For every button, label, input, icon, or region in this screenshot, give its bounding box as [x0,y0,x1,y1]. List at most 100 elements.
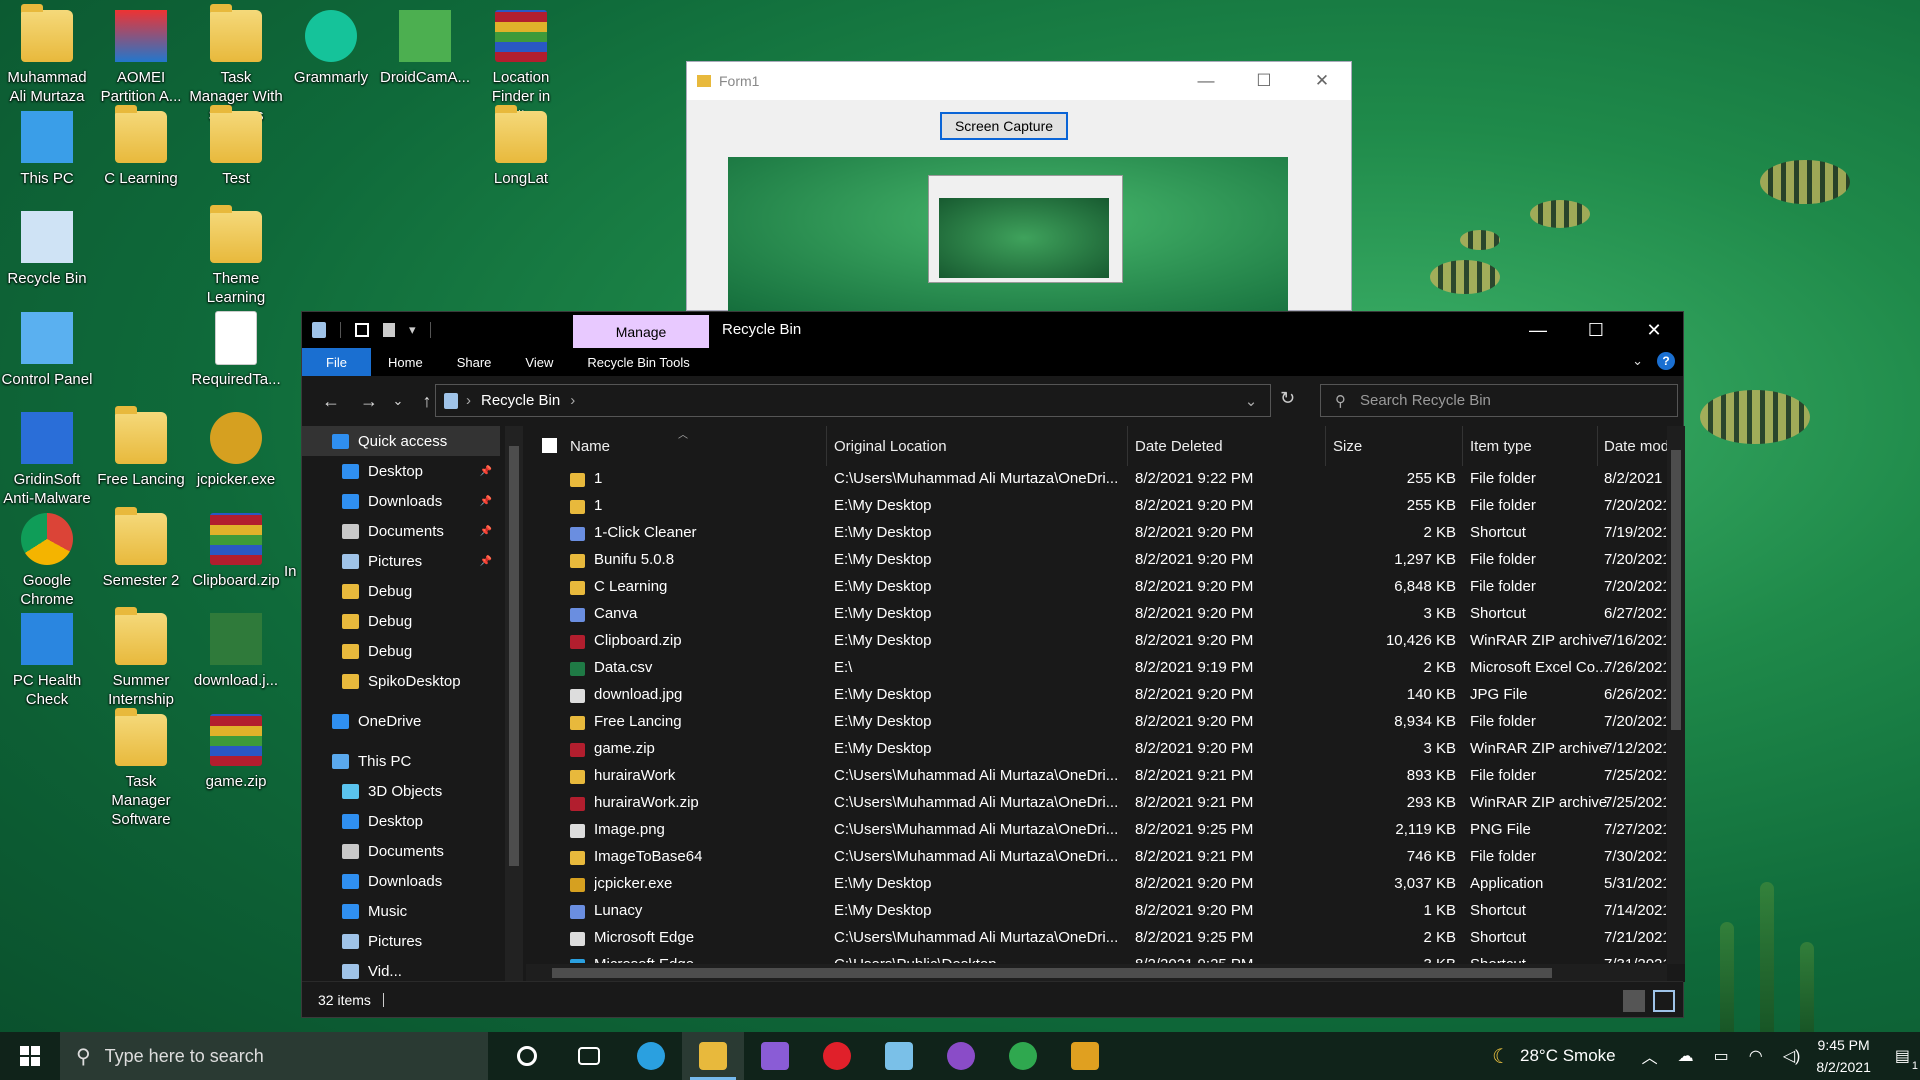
desktop-icon-item[interactable]: Theme Learning [189,205,283,307]
screen-capture-button[interactable]: Screen Capture [940,112,1068,140]
table-row[interactable]: Free Lancing E:\My Desktop 8/2/2021 9:20 P… [526,709,1666,736]
desktop-icon-item[interactable]: Location Finder in C#... [474,10,568,125]
nav-item-pictures[interactable]: Pictures [302,926,500,956]
tab-view[interactable]: View [508,355,570,370]
desktop-icon-item[interactable]: This PC [0,111,94,188]
large-icons-view-icon[interactable] [1653,990,1675,1012]
desktop-icon-item[interactable]: jcpicker.exe [189,412,283,489]
table-row[interactable]: Lunacy E:\My Desktop 8/2/2021 9:20 PM 1 KB S… [526,898,1666,925]
taskbar-app-task-view[interactable] [558,1032,620,1080]
breadcrumb-chevron-icon[interactable]: › [570,392,575,409]
wifi-icon[interactable]: ◠ [1749,1046,1763,1066]
desktop-icon-item[interactable]: Google Chrome [0,513,94,609]
refresh-icon[interactable]: ↻ [1280,388,1295,409]
table-row[interactable]: download.jpg E:\My Desktop 8/2/2021 9:20 P… [526,682,1666,709]
desktop-icon-item[interactable]: Grammarly [284,10,378,87]
file-list-vertical-scrollbar[interactable] [1667,426,1685,964]
table-row[interactable]: hurairaWork C:\Users\Muhammad Ali Murtaza… [526,763,1666,790]
desktop-icon-item[interactable]: Task Manager With Screens [189,4,283,125]
desktop-icon-item[interactable]: Test [189,105,283,188]
nav-item-3d-objects[interactable]: 3D Objects [302,776,500,806]
nav-item-debug[interactable]: Debug [302,576,500,606]
form1-titlebar[interactable]: Form1 — ☐ ✕ [687,62,1351,100]
table-row[interactable]: 1 E:\My Desktop 8/2/2021 9:20 PM 255 KB File… [526,493,1666,520]
taskbar-app-notepad[interactable] [868,1032,930,1080]
column-original-location[interactable]: Original Location [834,438,947,455]
nav-item-music[interactable]: Music [302,896,500,926]
column-divider[interactable] [1597,426,1598,466]
taskbar-app-file-explorer[interactable] [682,1032,744,1080]
new-folder-icon[interactable] [383,323,395,337]
desktop-icon-item[interactable]: LongLat [474,105,568,188]
address-bar[interactable]: › Recycle Bin › ⌄ [435,384,1271,417]
nav-item-desktop[interactable]: Desktop 📌 [302,456,500,486]
nav-item-debug[interactable]: Debug [302,636,500,666]
desktop-icon-item[interactable]: Control Panel [0,312,94,389]
desktop-icon-item[interactable]: Clipboard.zip [189,513,283,590]
help-icon[interactable]: ? [1657,352,1675,370]
taskbar-app-opera[interactable] [806,1032,868,1080]
desktop-icon-item[interactable]: GridinSoft Anti-Malware [0,412,94,508]
desktop-icon-item[interactable]: Task Manager Software [94,708,188,829]
table-row[interactable]: Bunifu 5.0.8 E:\My Desktop 8/2/2021 9:20 P… [526,547,1666,574]
battery-icon[interactable]: ▭ [1714,1046,1729,1066]
table-row[interactable]: Microsoft EdgeC:\Users\Public\Desktop8/2… [526,952,1666,963]
column-divider[interactable] [1462,426,1463,466]
nav-item-documents[interactable]: Documents 📌 [302,516,500,546]
file-explorer-window[interactable]: ▾ Manage Recycle Bin — ☐ ✕ File Home Sha… [301,311,1685,1018]
nav-item-debug[interactable]: Debug [302,606,500,636]
nav-item-downloads[interactable]: Downloads 📌 [302,486,500,516]
file-list-horizontal-scrollbar[interactable] [526,964,1667,982]
table-row[interactable]: Canva E:\My Desktop 8/2/2021 9:20 PM 3 KB Sh… [526,601,1666,628]
breadcrumb-recycle-bin[interactable]: Recycle Bin [481,392,560,409]
form1-maximize-button[interactable]: ☐ [1235,71,1293,91]
nav-item-spikodesktop[interactable]: SpikoDesktop [302,666,500,696]
table-row[interactable]: Image.png C:\Users\Muhammad Ali Murtaza\O… [526,817,1666,844]
horizontal-scrollbar-thumb[interactable] [552,968,1552,978]
column-size[interactable]: Size [1333,438,1362,455]
navigation-scrollbar[interactable] [505,426,523,982]
taskbar-app-chrome[interactable] [992,1032,1054,1080]
explorer-titlebar[interactable]: ▾ Manage Recycle Bin — ☐ ✕ [302,312,1683,348]
tab-home[interactable]: Home [371,355,440,370]
table-row[interactable]: jcpicker.exe E:\My Desktop 8/2/2021 9:20 P… [526,871,1666,898]
desktop-icon-item[interactable]: C Learning [94,105,188,188]
form1-window[interactable]: Form1 — ☐ ✕ Screen Capture [686,61,1352,312]
start-button[interactable] [0,1032,60,1080]
notification-center-icon[interactable]: ▤ 1 [1895,1046,1918,1072]
back-arrow-icon[interactable]: ← [312,391,350,412]
tab-recycle-bin-tools[interactable]: Recycle Bin Tools [570,355,706,370]
nav-item-this-pc[interactable]: This PC [302,746,500,776]
table-row[interactable]: hurairaWork.zip C:\Users\Muhammad Ali Mur… [526,790,1666,817]
tab-file[interactable]: File [302,348,371,376]
table-row[interactable]: Data.csv E:\ 8/2/2021 9:19 PM 2 KB Microsoft… [526,655,1666,682]
forward-arrow-icon[interactable]: → [350,391,388,412]
show-hidden-icons-chevron-icon[interactable]: ︿ [1642,1044,1658,1068]
expand-ribbon-icon[interactable]: ⌄ [1632,353,1643,369]
nav-item-pictures[interactable]: Pictures 📌 [302,546,500,576]
taskbar-app-github-desktop[interactable] [930,1032,992,1080]
address-dropdown-icon[interactable]: ⌄ [1232,392,1270,410]
vertical-scrollbar-thumb[interactable] [1671,450,1681,730]
nav-item-documents[interactable]: Documents [302,836,500,866]
customize-toolbar-icon[interactable]: ▾ [409,322,416,338]
minimize-button[interactable]: — [1509,312,1567,348]
table-row[interactable]: 1-Click Cleaner E:\My Desktop 8/2/2021 9:2… [526,520,1666,547]
onedrive-tray-icon[interactable]: ☁ [1678,1046,1694,1066]
weather-icon[interactable]: ☾ [1492,1044,1510,1069]
nav-item-downloads[interactable]: Downloads [302,866,500,896]
desktop-icon-item[interactable]: Muhammad Ali Murtaza [0,4,94,106]
taskbar-app-cortana[interactable] [496,1032,558,1080]
form1-close-button[interactable]: ✕ [1293,71,1351,91]
navigation-scrollbar-thumb[interactable] [509,446,519,866]
weather-text[interactable]: 28°C Smoke [1520,1046,1616,1066]
maximize-button[interactable]: ☐ [1567,312,1625,348]
nav-item-vid-[interactable]: Vid... [302,956,500,982]
tab-share[interactable]: Share [440,355,509,370]
manage-context-tab[interactable]: Manage [573,315,709,348]
column-item-type[interactable]: Item type [1470,438,1532,455]
close-button[interactable]: ✕ [1625,312,1683,348]
table-row[interactable]: 1 C:\Users\Muhammad Ali Murtaza\OneDri...… [526,466,1666,493]
table-row[interactable]: C Learning E:\My Desktop 8/2/2021 9:20 PM 6… [526,574,1666,601]
desktop-icon-item[interactable]: game.zip [189,714,283,791]
